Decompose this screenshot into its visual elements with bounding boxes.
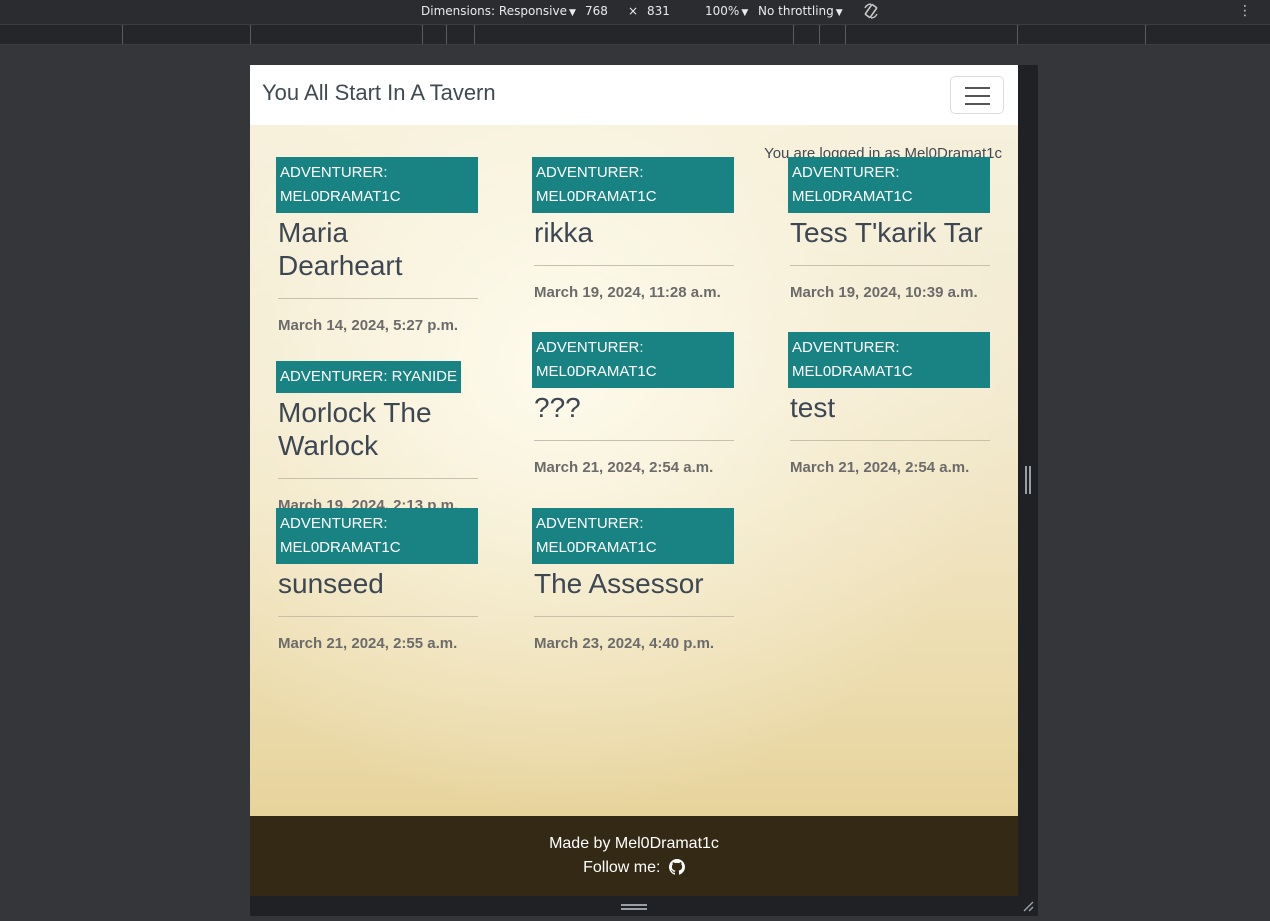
caret-down-icon: ▼: [568, 8, 576, 18]
rotate-icon[interactable]: [862, 2, 880, 20]
character-title-link[interactable]: sunseed: [278, 567, 480, 600]
character-card[interactable]: ADVENTURER: MEL0DRAMAT1C Maria Dearheart…: [276, 157, 480, 334]
character-title-link[interactable]: Morlock The Warlock: [278, 396, 480, 462]
character-title-link[interactable]: ???: [534, 391, 736, 424]
throttling-label: No throttling: [758, 4, 834, 18]
character-title-link[interactable]: The Assessor: [534, 567, 736, 600]
site-brand-link[interactable]: You All Start In A Tavern: [262, 80, 496, 106]
throttling-dropdown[interactable]: No throttling ▼: [758, 4, 843, 18]
adventurer-badge: ADVENTURER: MEL0DRAMAT1C: [788, 157, 990, 213]
site-footer: Made by Mel0Dramat1c Follow me:: [250, 816, 1018, 896]
devtools-toolbar: Dimensions: Responsive ▼ 768 × 831 100% ▼ …: [0, 0, 1270, 24]
created-date: March 21, 2024, 2:55 a.m.: [278, 635, 458, 652]
adventurer-badge: ADVENTURER: MEL0DRAMAT1C: [788, 332, 990, 388]
character-title-link[interactable]: Maria Dearheart: [278, 216, 480, 282]
adventurer-badge: ADVENTURER: MEL0DRAMAT1C: [276, 508, 478, 564]
dimensions-label: Dimensions: Responsive: [421, 4, 567, 18]
divider: [534, 440, 734, 441]
created-date: March 19, 2024, 11:28 a.m.: [534, 284, 721, 301]
divider: [534, 616, 734, 617]
made-by-text: Made by Mel0Dramat1c: [549, 835, 719, 852]
resize-handle-right[interactable]: [1025, 466, 1031, 494]
character-card[interactable]: ADVENTURER: MEL0DRAMAT1C The Assessor Ma…: [532, 508, 736, 652]
adventurer-badge: ADVENTURER: MEL0DRAMAT1C: [532, 157, 734, 213]
created-date: March 21, 2024, 2:54 a.m.: [790, 459, 970, 476]
character-title-link[interactable]: test: [790, 391, 992, 424]
character-card[interactable]: ADVENTURER: MEL0DRAMAT1C Tess T'karik Ta…: [788, 157, 992, 301]
follow-label: Follow me:: [583, 859, 661, 876]
times-icon: ×: [628, 4, 639, 18]
created-date: March 19, 2024, 10:39 a.m.: [790, 284, 978, 301]
resize-corner-icon[interactable]: [1022, 900, 1034, 912]
more-vertical-icon[interactable]: ⋮: [1238, 3, 1252, 19]
width-input[interactable]: 768: [585, 4, 608, 18]
divider: [278, 298, 478, 299]
emulated-viewport: You All Start In A Tavern You are logged…: [250, 65, 1018, 896]
character-list: You are logged in as Mel0Dramat1c ADVENT…: [250, 125, 1018, 816]
character-card[interactable]: ADVENTURER: MEL0DRAMAT1C sunseed March 2…: [276, 508, 480, 652]
adventurer-badge: ADVENTURER: RYANIDE: [276, 361, 461, 393]
hamburger-menu-icon: [965, 87, 990, 89]
divider: [790, 440, 990, 441]
character-card[interactable]: ADVENTURER: MEL0DRAMAT1C rikka March 19,…: [532, 157, 736, 301]
created-date: March 21, 2024, 2:54 a.m.: [534, 459, 714, 476]
adventurer-badge: ADVENTURER: MEL0DRAMAT1C: [532, 508, 734, 564]
caret-down-icon: ▼: [835, 8, 843, 18]
character-title-link[interactable]: rikka: [534, 216, 736, 249]
hamburger-menu-icon: [965, 103, 990, 105]
caret-down-icon: ▼: [741, 8, 749, 18]
divider: [278, 478, 478, 479]
hamburger-menu-icon: [965, 95, 990, 97]
dimensions-dropdown[interactable]: Dimensions: Responsive ▼: [421, 4, 576, 18]
adventurer-badge: ADVENTURER: MEL0DRAMAT1C: [276, 157, 478, 213]
resize-handle-bottom[interactable]: [621, 904, 647, 910]
created-date: March 23, 2024, 4:40 p.m.: [534, 635, 715, 652]
divider: [534, 265, 734, 266]
character-card[interactable]: ADVENTURER: MEL0DRAMAT1C test March 21, …: [788, 332, 992, 476]
character-card[interactable]: ADVENTURER: RYANIDE Morlock The Warlock …: [276, 361, 480, 514]
divider: [790, 265, 990, 266]
navbar-toggler-button[interactable]: [950, 76, 1004, 114]
media-query-ruler: [0, 24, 1270, 45]
follow-line: Follow me:: [250, 859, 1018, 877]
github-icon[interactable]: [668, 859, 685, 875]
zoom-label: 100%: [705, 4, 740, 18]
character-title-link[interactable]: Tess T'karik Tar: [790, 216, 992, 249]
height-input[interactable]: 831: [647, 4, 670, 18]
character-card[interactable]: ADVENTURER: MEL0DRAMAT1C ??? March 21, 2…: [532, 332, 736, 476]
navbar: You All Start In A Tavern: [250, 65, 1018, 125]
created-date: March 14, 2024, 5:27 p.m.: [278, 317, 459, 334]
zoom-dropdown[interactable]: 100% ▼: [705, 4, 748, 18]
adventurer-badge: ADVENTURER: MEL0DRAMAT1C: [532, 332, 734, 388]
divider: [278, 616, 478, 617]
